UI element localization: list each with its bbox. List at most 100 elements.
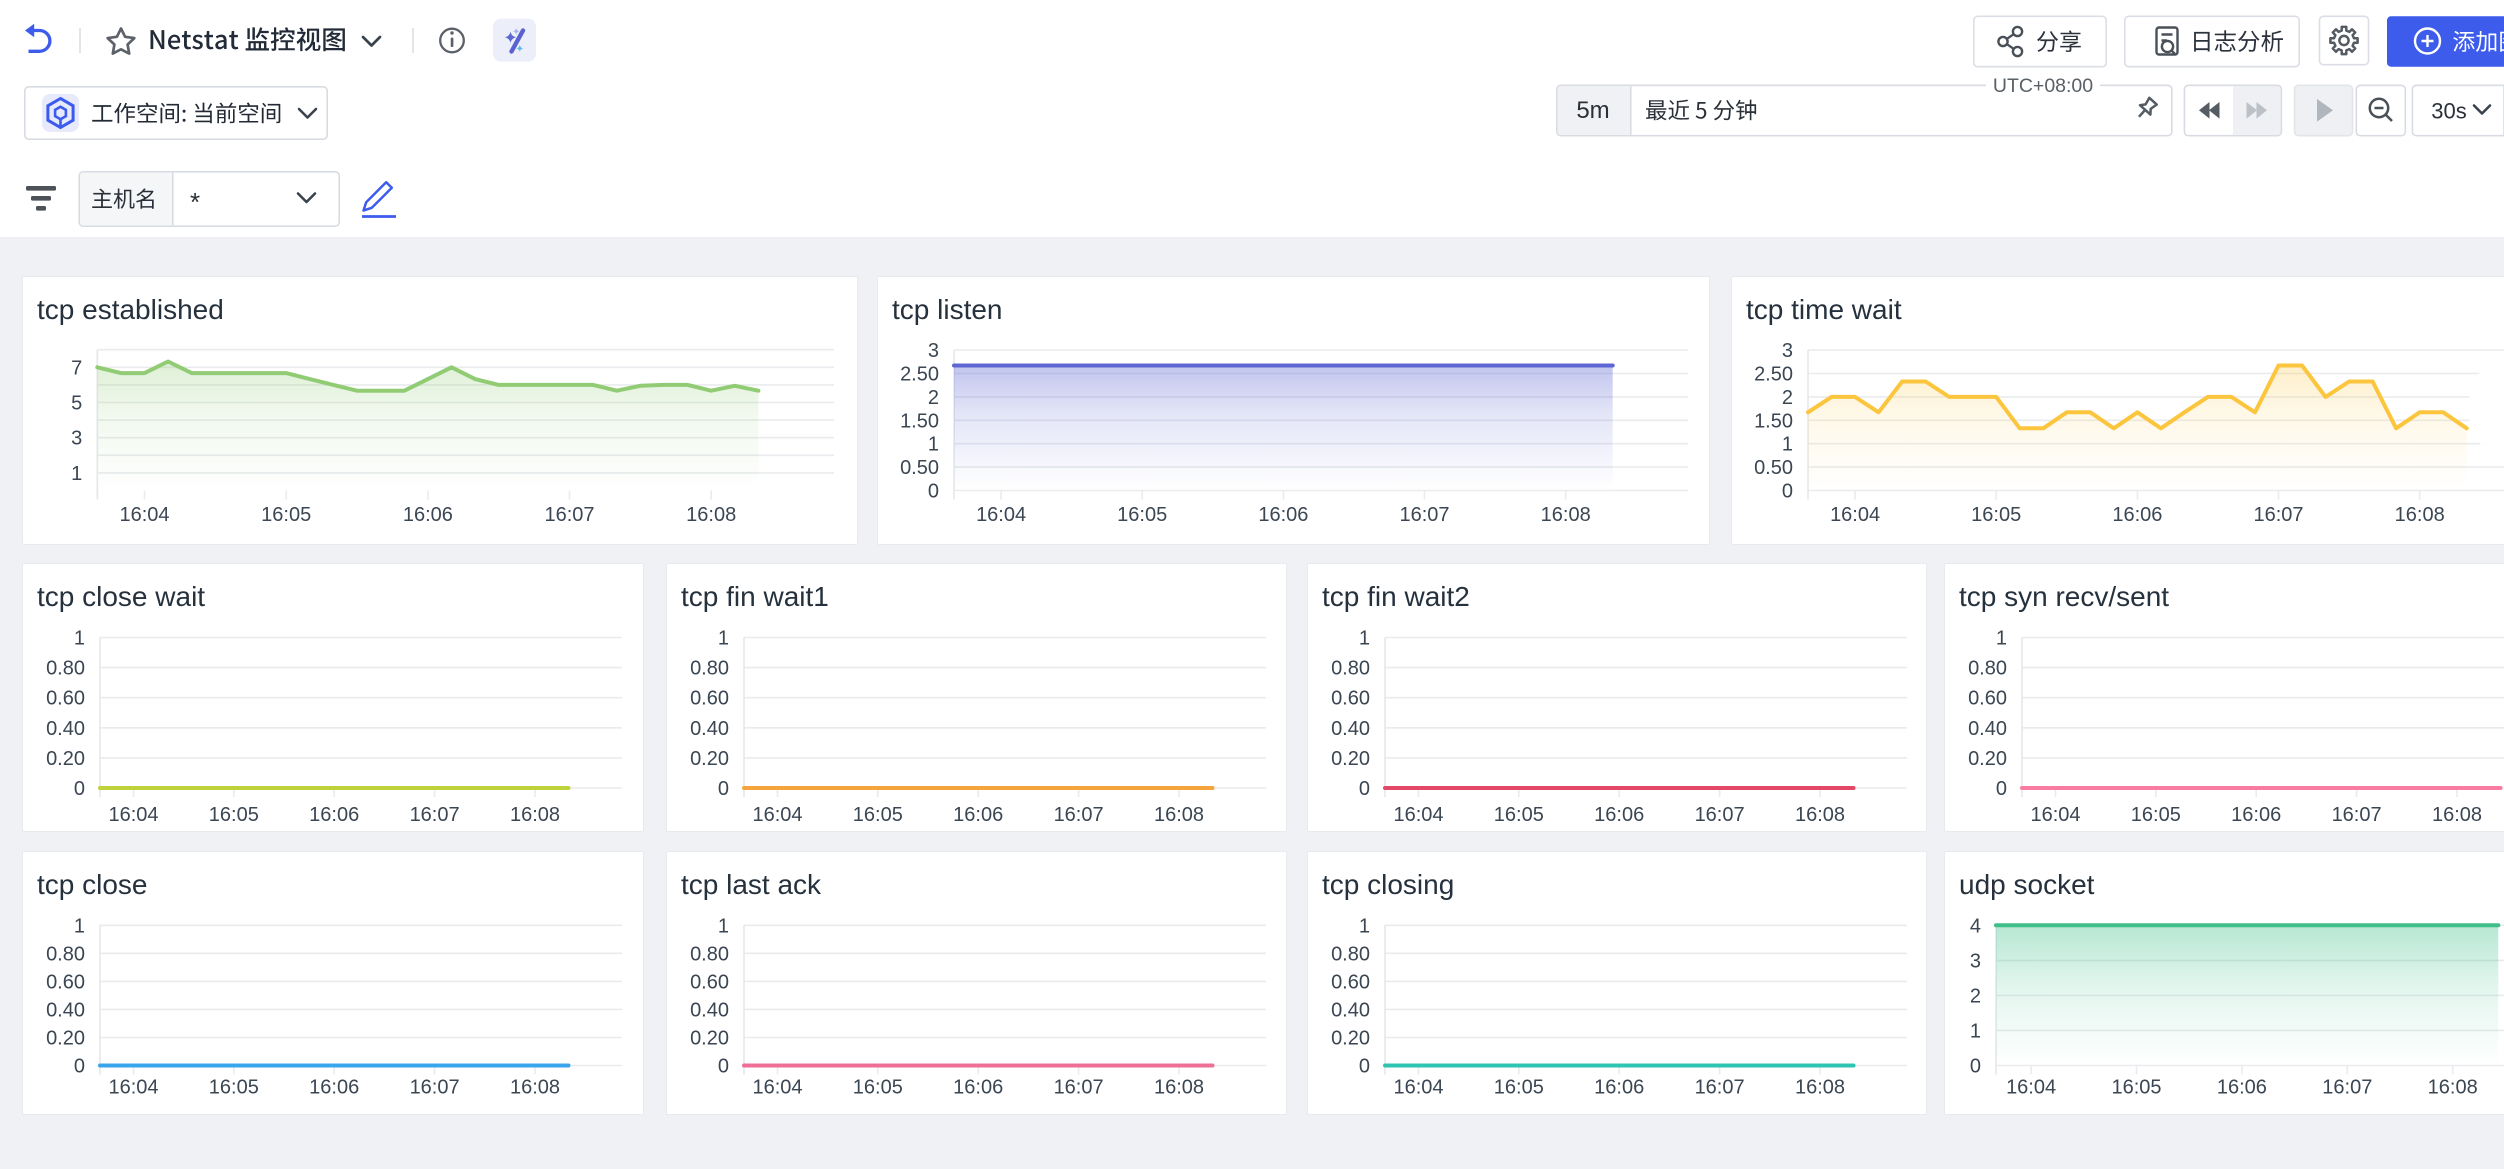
svg-text:tcp fin wait2: tcp fin wait2 xyxy=(1322,581,1470,612)
svg-text:1: 1 xyxy=(71,463,82,485)
svg-text:tcp last ack: tcp last ack xyxy=(681,869,822,900)
svg-text:2: 2 xyxy=(928,387,939,409)
svg-text:16:04: 16:04 xyxy=(108,804,158,826)
svg-text:1: 1 xyxy=(1996,628,2007,650)
svg-text:16:05: 16:05 xyxy=(853,804,903,826)
svg-text:16:06: 16:06 xyxy=(1594,804,1644,826)
svg-text:16:04: 16:04 xyxy=(976,504,1026,526)
svg-text:0.60: 0.60 xyxy=(46,688,85,710)
svg-text:2: 2 xyxy=(1782,387,1793,409)
svg-text:16:04: 16:04 xyxy=(1830,504,1880,526)
svg-text:16:05: 16:05 xyxy=(2131,804,2181,826)
svg-text:16:07: 16:07 xyxy=(1695,804,1745,826)
svg-text:16:06: 16:06 xyxy=(1258,504,1308,526)
svg-text:16:04: 16:04 xyxy=(2006,1077,2056,1099)
svg-text:16:04: 16:04 xyxy=(2030,804,2080,826)
svg-text:3: 3 xyxy=(1782,340,1793,362)
svg-text:1: 1 xyxy=(718,915,729,937)
svg-text:0.40: 0.40 xyxy=(1968,718,2007,740)
svg-text:5m: 5m xyxy=(1576,97,1609,124)
svg-text:0.60: 0.60 xyxy=(1331,688,1370,710)
svg-text:16:08: 16:08 xyxy=(2395,504,2445,526)
svg-text:tcp closing: tcp closing xyxy=(1322,869,1454,900)
svg-text:tcp close: tcp close xyxy=(37,869,148,900)
svg-text:0.20: 0.20 xyxy=(46,1028,85,1050)
svg-text:16:04: 16:04 xyxy=(108,1077,158,1099)
svg-text:16:06: 16:06 xyxy=(2231,804,2281,826)
svg-text:16:06: 16:06 xyxy=(2112,504,2162,526)
svg-text:16:07: 16:07 xyxy=(410,804,460,826)
svg-text:tcp time wait: tcp time wait xyxy=(1746,294,1902,325)
svg-text:16:05: 16:05 xyxy=(853,1077,903,1099)
svg-text:1: 1 xyxy=(928,434,939,456)
svg-text:3: 3 xyxy=(928,340,939,362)
svg-text:1: 1 xyxy=(718,628,729,650)
svg-text:0: 0 xyxy=(718,778,729,800)
svg-text:16:08: 16:08 xyxy=(510,1077,560,1099)
svg-text:16:07: 16:07 xyxy=(2253,504,2303,526)
svg-text:1.50: 1.50 xyxy=(1754,410,1793,432)
svg-text:16:05: 16:05 xyxy=(1494,1077,1544,1099)
svg-text:0.60: 0.60 xyxy=(690,688,729,710)
svg-text:0.40: 0.40 xyxy=(1331,718,1370,740)
svg-text:0: 0 xyxy=(74,778,85,800)
svg-text:0.60: 0.60 xyxy=(1331,971,1370,993)
svg-text:tcp fin wait1: tcp fin wait1 xyxy=(681,581,829,612)
svg-text:16:08: 16:08 xyxy=(2432,804,2482,826)
svg-text:0: 0 xyxy=(718,1056,729,1078)
svg-text:16:05: 16:05 xyxy=(209,804,259,826)
svg-text:2.50: 2.50 xyxy=(1754,364,1793,386)
svg-text:0: 0 xyxy=(74,1056,85,1078)
svg-text:16:04: 16:04 xyxy=(119,504,169,526)
svg-text:0.80: 0.80 xyxy=(1331,658,1370,680)
svg-text:16:05: 16:05 xyxy=(2111,1077,2161,1099)
svg-text:0.80: 0.80 xyxy=(1968,658,2007,680)
svg-text:0.80: 0.80 xyxy=(1331,943,1370,965)
svg-text:tcp established: tcp established xyxy=(37,294,224,325)
svg-text:16:08: 16:08 xyxy=(510,804,560,826)
svg-text:16:05: 16:05 xyxy=(209,1077,259,1099)
svg-text:16:06: 16:06 xyxy=(309,1077,359,1099)
svg-text:16:04: 16:04 xyxy=(752,804,802,826)
svg-text:0.20: 0.20 xyxy=(1968,748,2007,770)
svg-text:16:07: 16:07 xyxy=(1695,1077,1745,1099)
svg-text:16:06: 16:06 xyxy=(309,804,359,826)
svg-text:4: 4 xyxy=(1970,915,1981,937)
svg-text:16:04: 16:04 xyxy=(1393,1077,1443,1099)
svg-text:16:05: 16:05 xyxy=(261,504,311,526)
svg-text:16:08: 16:08 xyxy=(1154,1077,1204,1099)
svg-text:0: 0 xyxy=(1359,1056,1370,1078)
svg-text:16:07: 16:07 xyxy=(1399,504,1449,526)
svg-text:0.80: 0.80 xyxy=(690,658,729,680)
svg-text:0.50: 0.50 xyxy=(900,457,939,479)
svg-text:16:06: 16:06 xyxy=(403,504,453,526)
svg-text:2: 2 xyxy=(1970,985,1981,1007)
svg-text:1: 1 xyxy=(74,915,85,937)
svg-text:5: 5 xyxy=(71,393,82,415)
svg-text:16:08: 16:08 xyxy=(1154,804,1204,826)
svg-text:16:08: 16:08 xyxy=(2428,1077,2478,1099)
svg-text:UTC+08:00: UTC+08:00 xyxy=(1993,75,2093,97)
svg-text:tcp listen: tcp listen xyxy=(892,294,1003,325)
svg-text:tcp syn recv/sent: tcp syn recv/sent xyxy=(1959,581,2169,612)
svg-text:0.40: 0.40 xyxy=(690,718,729,740)
svg-text:16:05: 16:05 xyxy=(1117,504,1167,526)
svg-text:0: 0 xyxy=(1359,778,1370,800)
svg-text:0.20: 0.20 xyxy=(1331,748,1370,770)
svg-text:1: 1 xyxy=(1782,434,1793,456)
svg-text:0.80: 0.80 xyxy=(46,658,85,680)
svg-text:1: 1 xyxy=(1359,628,1370,650)
svg-text:3: 3 xyxy=(71,428,82,450)
svg-text:16:05: 16:05 xyxy=(1971,504,2021,526)
svg-text:0.20: 0.20 xyxy=(690,748,729,770)
svg-text:0.60: 0.60 xyxy=(1968,688,2007,710)
svg-text:16:07: 16:07 xyxy=(544,504,594,526)
svg-text:0.50: 0.50 xyxy=(1754,457,1793,479)
svg-text:0.40: 0.40 xyxy=(46,718,85,740)
svg-text:0.80: 0.80 xyxy=(46,943,85,965)
svg-text:16:08: 16:08 xyxy=(1795,1077,1845,1099)
svg-text:16:06: 16:06 xyxy=(2217,1077,2267,1099)
svg-text:16:05: 16:05 xyxy=(1494,804,1544,826)
svg-text:0: 0 xyxy=(928,481,939,503)
svg-text:16:07: 16:07 xyxy=(2322,1077,2372,1099)
